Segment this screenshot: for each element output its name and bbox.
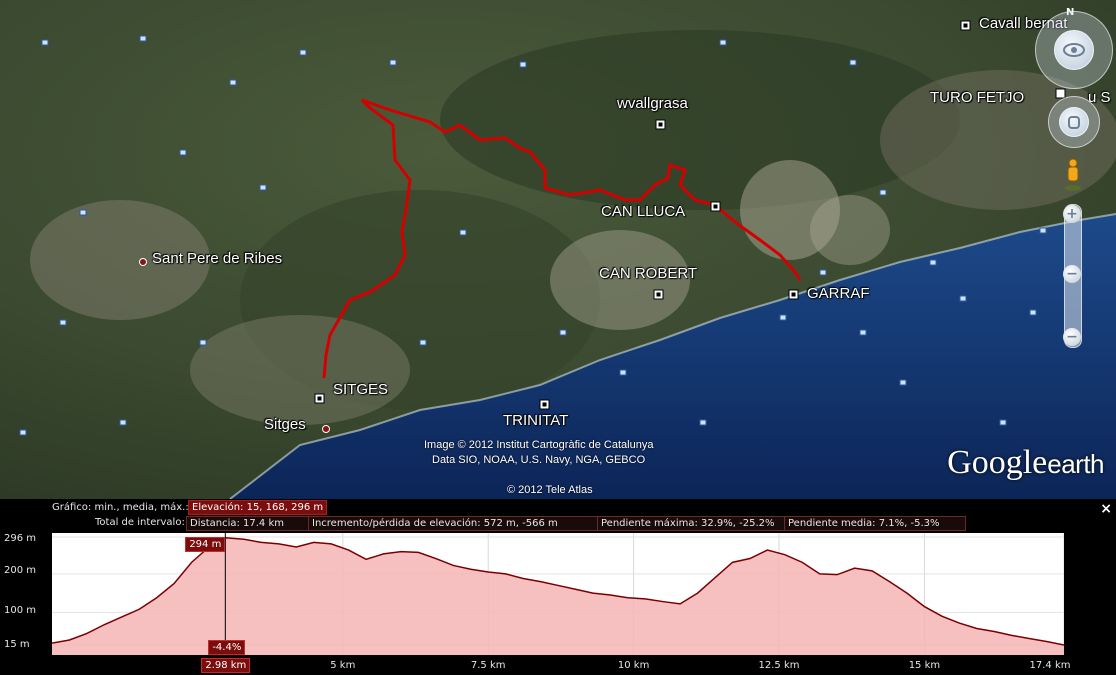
placemark-layer	[19, 20, 1066, 436]
y-tick-label: 15 m	[4, 639, 30, 650]
x-tick-label: 12.5 km	[758, 660, 800, 671]
satellite-map[interactable]: Cavall bernat TURO FETJO u S wvallgrasa …	[0, 0, 1116, 499]
zoom-slider-handle[interactable]: −	[1063, 265, 1081, 283]
avg-slope-stat: Pendiente media: 7.1%, -5.3%	[784, 516, 966, 531]
cursor-elevation-tag: 294 m	[185, 537, 226, 552]
google-logo-text: Google	[947, 444, 1048, 481]
imagery-credit-line-2: Data SIO, NOAA, U.S. Navy, NGA, GEBCO	[432, 454, 646, 466]
distance-stat: Distancia: 17.4 km	[186, 516, 309, 531]
street-view-pegman-icon[interactable]	[1064, 157, 1082, 193]
max-slope-stat: Pendiente máxima: 32.9%, -25.2%	[597, 516, 786, 531]
cursor-slope-tag: -4.4%	[208, 640, 246, 655]
earth-logo-text: earth	[1047, 449, 1104, 479]
elevation-gain-loss-stat: Incremento/pérdida de elevación: 572 m, …	[308, 516, 600, 531]
y-tick-label: 100 m	[4, 605, 37, 616]
tele-atlas-credit: © 2012 Tele Atlas	[507, 484, 593, 496]
close-panel-button[interactable]: ×	[1100, 501, 1112, 517]
y-tick-label: 200 m	[4, 565, 37, 576]
eye-icon	[1063, 43, 1085, 57]
move-joystick[interactable]	[1059, 107, 1089, 137]
x-tick-label: 10 km	[617, 660, 650, 671]
look-joystick[interactable]	[1054, 30, 1094, 70]
imagery-credit-line-1: Image © 2012 Institut Cartogràfic de Cat…	[424, 439, 654, 451]
zoom-in-button[interactable]: +	[1063, 205, 1081, 223]
y-tick-label: 296 m	[4, 533, 37, 544]
x-tick-label: 15 km	[908, 660, 941, 671]
placemark-icon	[1055, 88, 1066, 99]
hand-icon	[1068, 116, 1080, 129]
x-tick-label: 7.5 km	[470, 660, 506, 671]
x-tick-label: 17.4 km	[1029, 660, 1071, 671]
interval-total-label: Total de intervalo:	[95, 517, 185, 528]
town-dot-icon	[139, 258, 147, 266]
elevation-stats: Elevación: 15, 168, 296 m	[188, 500, 328, 515]
cursor-distance-tag: 2.98 km	[201, 658, 251, 673]
google-earth-logo: Googleearth	[947, 444, 1104, 482]
x-tick-label: 5 km	[330, 660, 356, 671]
graph-stats-label: Gráfico: min., media, máx.:	[52, 502, 189, 513]
zoom-out-button[interactable]: −	[1063, 328, 1081, 346]
town-dot-icon	[322, 425, 330, 433]
